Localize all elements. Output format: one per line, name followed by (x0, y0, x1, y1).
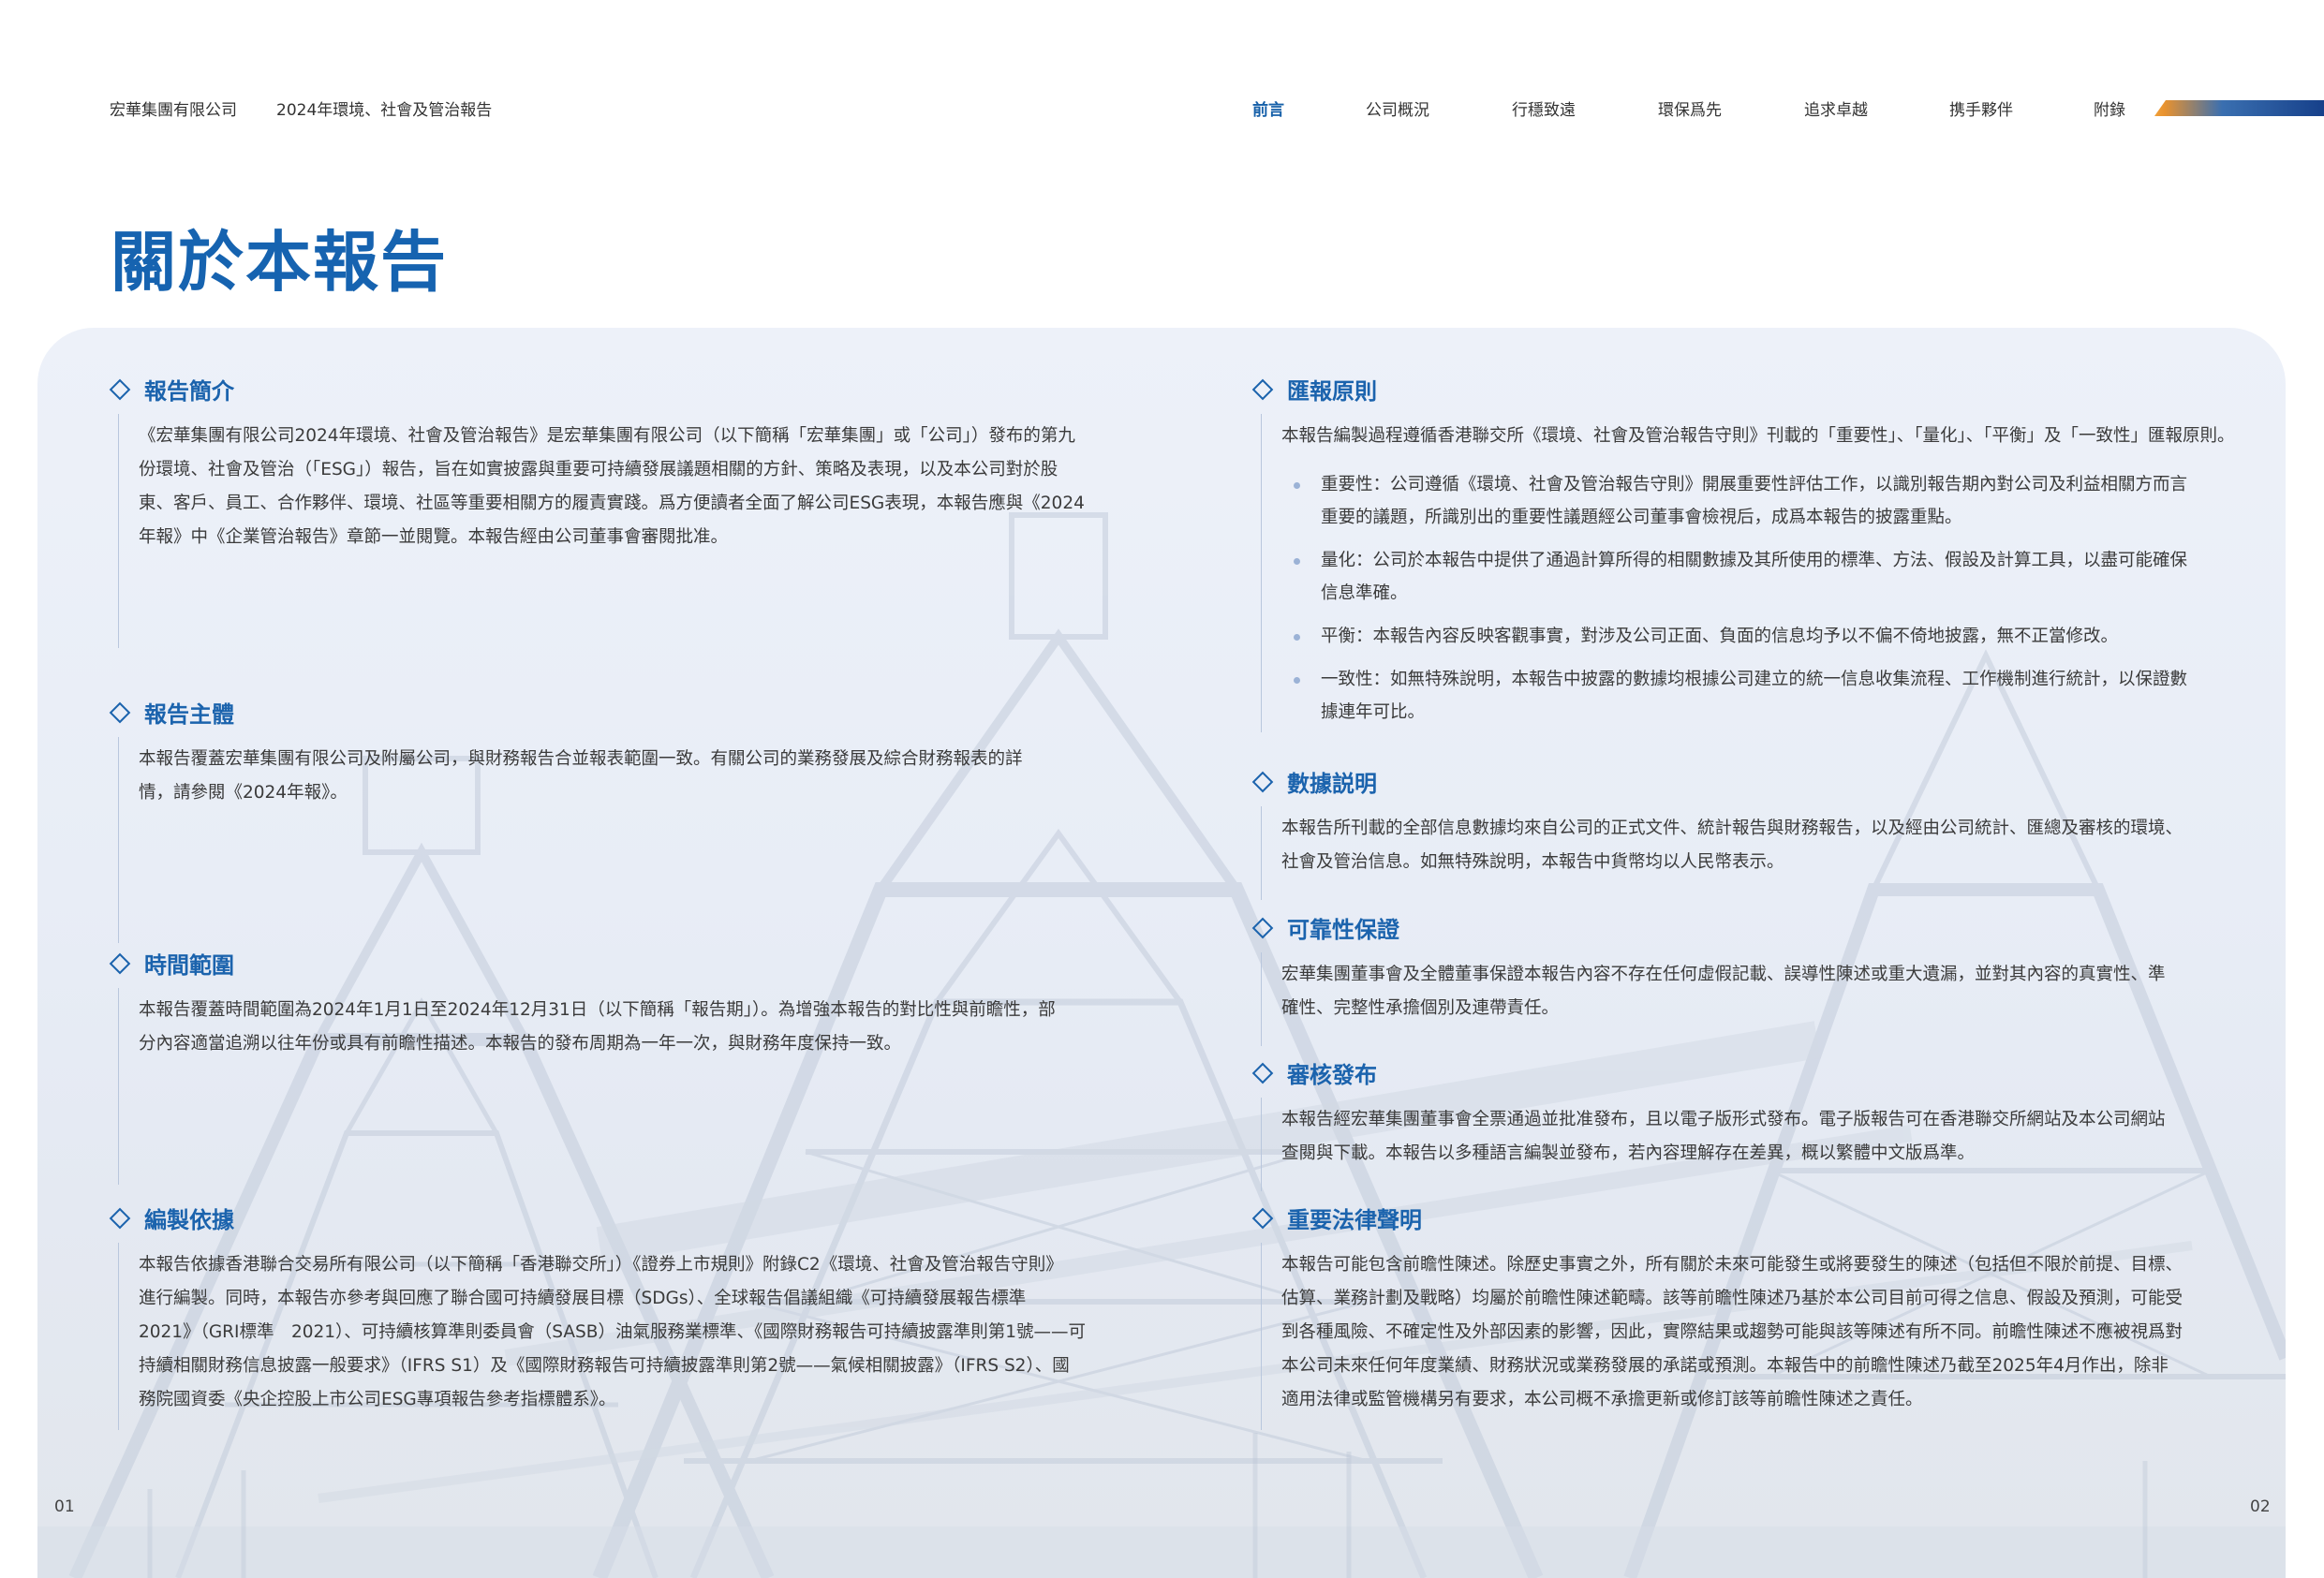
body-line: 年報》中《企業管治報告》章節一並閱覽。本報告經由公司董事會審閱批准。 (139, 527, 729, 547)
section-heading: 重要法律聲明 (1251, 1202, 1422, 1234)
section-divider-line (1261, 414, 1262, 732)
body-line: 平衡：本報告內容反映客觀事實，對涉及公司正面、負面的信息均予以不偏不倚地披露，無… (1321, 627, 2119, 646)
section-heading: 數據説明 (1251, 765, 1377, 798)
nav-item-pursue-excellence[interactable]: 追求卓越 (1804, 96, 1868, 120)
diamond-icon (1251, 378, 1274, 400)
section-divider-line (118, 414, 119, 648)
section-divider-line (1261, 1098, 1262, 1191)
diamond-icon (1251, 917, 1274, 938)
list-item: 平衡：本報告內容反映客觀事實，對涉及公司正面、負面的信息均予以不偏不倚地披露，無… (1281, 620, 2274, 653)
body-line: 分內容適當追溯以往年份或具有前瞻性描述。本報告的發布周期為一年一次，與財務年度保… (139, 1034, 902, 1054)
nav-item-preface[interactable]: 前言 (1252, 96, 1284, 120)
body-line: 信息準確。 (1321, 583, 1408, 603)
section-title: 數據説明 (1287, 771, 1377, 797)
body-line: 本公司未來任何年度業績、財務狀況或業務發展的承諾或預測。本報告中的前瞻性陳述乃截… (1281, 1356, 2169, 1376)
diamond-icon (109, 378, 131, 400)
body-line: 本報告所刊載的全部信息數據均來自公司的正式文件、統計報告與財務報告，以及經由公司… (1281, 818, 2183, 838)
diamond-icon (1251, 1207, 1274, 1229)
body-line: 持續相關財務信息披露一般要求》（IFRS S1）及《國際財務報告可持續披露準則第… (139, 1356, 1070, 1376)
body-line: 務院國資委《央企控股上市公司ESG專項報告參考指標體系》。 (139, 1390, 616, 1409)
nav-item-appendix[interactable]: 附錄 (2094, 96, 2125, 120)
section-heading: 審核發布 (1251, 1056, 1377, 1089)
list-item: 量化：公司於本報告中提供了通過計算所得的相關數據及其所使用的標準、方法、假設及計… (1281, 544, 2274, 610)
company-name: 宏華集團有限公司 (110, 101, 237, 120)
section-body: 本報告覆蓋宏華集團有限公司及附屬公司，與財務報告合並報表範圍一致。有關公司的業務… (139, 743, 1188, 810)
section-divider-line (1261, 1243, 1262, 1430)
section-heading: 編製依據 (109, 1202, 234, 1234)
nav-item-company-overview[interactable]: 公司概況 (1366, 96, 1429, 120)
section-divider-line (1261, 806, 1262, 900)
body-line: 量化：公司於本報告中提供了通過計算所得的相關數據及其所使用的標準、方法、假設及計… (1321, 551, 2188, 570)
section-heading: 報告簡介 (109, 373, 234, 406)
body-line: 確性、完整性承擔個別及連帶責任。 (1281, 998, 1560, 1018)
report-header: 宏華集團有限公司 2024年環境、社會及管治報告 (110, 96, 492, 120)
body-line: 重要的議題，所識別出的重要性議題經公司董事會檢視后，成爲本報告的披露重點。 (1321, 508, 1962, 527)
page-number-right: 02 (2250, 1497, 2271, 1516)
body-line: 東、客戶、員工、合作夥伴、環境、社區等重要相關方的履責實踐。爲方便讀者全面了解公… (139, 494, 1085, 513)
section-heading: 匯報原則 (1251, 373, 1377, 406)
section-title: 報告主體 (144, 701, 234, 728)
body-line: 據連年可比。 (1321, 702, 1426, 722)
diamond-icon (109, 952, 131, 974)
nav-item-partners[interactable]: 携手夥伴 (1949, 96, 2013, 120)
body-line: 適用法律或監管機構另有要求，本公司概不承擔更新或修訂該等前瞻性陳述之責任。 (1281, 1390, 1923, 1409)
section-title: 時間範圍 (144, 952, 234, 979)
section-body: 本報告依據香港聯合交易所有限公司（以下簡稱「香港聯交所」）《證券上市規則》附錄C… (139, 1248, 1188, 1417)
diamond-icon (109, 1207, 131, 1229)
list-item: 重要性：公司遵循《環境、社會及管治報告守則》開展重要性評估工作，以識別報告期內對… (1281, 468, 2274, 534)
report-name: 2024年環境、社會及管治報告 (276, 101, 493, 120)
body-line: 社會及管治信息。如無特殊說明，本報告中貨幣均以人民幣表示。 (1281, 852, 1784, 872)
body-line: 查閱與下載。本報告以多種語言編製並發布，若內容理解存在差異，概以繁體中文版爲準。 (1281, 1143, 1976, 1163)
section-body: 本報告經宏華集團董事會全票通過並批准發布，且以電子版形式發布。電子版報告可在香港… (1281, 1103, 2274, 1171)
top-nav: 前言 公司概況 行穩致遠 環保爲先 追求卓越 携手夥伴 附錄 (1218, 96, 2324, 121)
body-line: 一致性：如無特殊說明，本報告中披露的數據均根據公司建立的統一信息收集流程、工作機… (1321, 670, 2188, 689)
section-body: 本報告編製過程遵循香港聯交所《環境、社會及管治報告守則》刊載的「重要性」、「量化… (1281, 420, 2274, 739)
body-line: 份環境、社會及管治（「ESG」）報告，旨在如實披露與重要可持續發展議題相關的方針… (139, 460, 1058, 479)
section-heading: 可靠性保證 (1251, 911, 1399, 944)
section-body: 《宏華集團有限公司2024年環境、社會及管治報告》是宏華集團有限公司（以下簡稱「… (139, 420, 1188, 554)
section-heading: 時間範圍 (109, 947, 234, 980)
body-line: 本報告覆蓋時間範圍為2024年1月1日至2024年12月31日（以下簡稱「報告期… (139, 1000, 1056, 1020)
section-title: 可靠性保證 (1287, 917, 1399, 943)
section-body: 本報告可能包含前瞻性陳述。除歷史事實之外，所有關於未來可能發生或將要發生的陳述（… (1281, 1248, 2274, 1417)
body-line: 估算、業務計劃及戰略）均屬於前瞻性陳述範疇。該等前瞻性陳述乃基於本公司目前可得之… (1281, 1289, 2183, 1308)
body-line: 本報告可能包含前瞻性陳述。除歷史事實之外，所有關於未來可能發生或將要發生的陳述（… (1281, 1255, 2183, 1275)
nav-item-environment-first[interactable]: 環保爲先 (1658, 96, 1722, 120)
section-divider-line (118, 737, 119, 943)
section-divider-line (118, 988, 119, 1185)
section-title: 審核發布 (1287, 1062, 1377, 1088)
nav-accent-bar (2154, 100, 2324, 116)
page-title: 關於本報告 (111, 224, 448, 301)
section-title: 重要法律聲明 (1287, 1207, 1422, 1233)
body-line: 本報告經宏華集團董事會全票通過並批准發布，且以電子版形式發布。電子版報告可在香港… (1281, 1110, 2166, 1129)
nav-item-steady-progress[interactable]: 行穩致遠 (1512, 96, 1576, 120)
section-body: 宏華集團董事會及全體董事保證本報告內容不存在任何虛假記載、誤導性陳述或重大遺漏，… (1281, 958, 2274, 1025)
body-line: 本報告覆蓋宏華集團有限公司及附屬公司，與財務報告合並報表範圍一致。有關公司的業務… (139, 749, 1023, 769)
section-heading: 報告主體 (109, 696, 234, 729)
diamond-icon (1251, 771, 1274, 792)
section-body: 本報告覆蓋時間範圍為2024年1月1日至2024年12月31日（以下簡稱「報告期… (139, 994, 1188, 1061)
section-body: 本報告所刊載的全部信息數據均來自公司的正式文件、統計報告與財務報告，以及經由公司… (1281, 812, 2274, 879)
body-line: 到各種風險、不確定性及外部因素的影響，因此，實際結果或趨勢可能與該等陳述有所不同… (1281, 1322, 2183, 1342)
body-line: 2021》（GRI標準 2021）、可持續核算準則委員會（SASB）油氣服務業標… (139, 1322, 1087, 1342)
body-line: 進行編製。同時，本報告亦參考與回應了聯合國可持續發展目標（SDGs）、全球報告倡… (139, 1289, 1027, 1308)
section-title: 編製依據 (144, 1207, 234, 1233)
principles-list: 重要性：公司遵循《環境、社會及管治報告守則》開展重要性評估工作，以識別報告期內對… (1281, 468, 2274, 729)
body-line: 本報告依據香港聯合交易所有限公司（以下簡稱「香港聯交所」）《證券上市規則》附錄C… (139, 1255, 1063, 1275)
diamond-icon (109, 701, 131, 723)
section-divider-line (1261, 952, 1262, 1046)
page-number-left: 01 (54, 1497, 75, 1516)
section-title: 報告簡介 (144, 378, 234, 405)
principles-intro: 本報告編製過程遵循香港聯交所《環境、社會及管治報告守則》刊載的「重要性」、「量化… (1281, 426, 2235, 446)
body-line: 《宏華集團有限公司2024年環境、社會及管治報告》是宏華集團有限公司（以下簡稱「… (139, 426, 1075, 446)
body-line: 宏華集團董事會及全體董事保證本報告內容不存在任何虛假記載、誤導性陳述或重大遺漏，… (1281, 965, 2166, 984)
body-line: 情，請參閱《2024年報》。 (139, 783, 348, 803)
body-line: 重要性：公司遵循《環境、社會及管治報告守則》開展重要性評估工作，以識別報告期內對… (1321, 475, 2188, 494)
section-divider-line (118, 1243, 119, 1430)
diamond-icon (1251, 1062, 1274, 1084)
section-title: 匯報原則 (1287, 378, 1377, 405)
list-item: 一致性：如無特殊說明，本報告中披露的數據均根據公司建立的統一信息收集流程、工作機… (1281, 663, 2274, 729)
